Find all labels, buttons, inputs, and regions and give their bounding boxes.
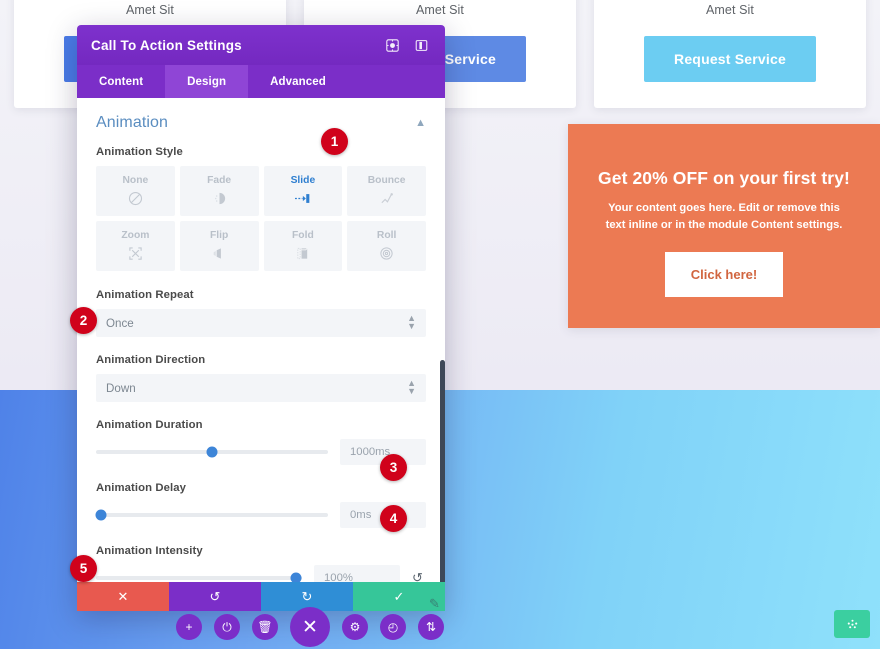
select-value: Once	[106, 316, 134, 330]
modal-title: Call To Action Settings	[91, 37, 242, 53]
modal-scrollbar[interactable]	[440, 360, 445, 582]
no-entry-icon	[128, 189, 143, 208]
tab-content[interactable]: Content	[77, 65, 165, 98]
animation-duration-row: 1000ms	[96, 439, 426, 465]
option-label: Fade	[207, 174, 232, 186]
animation-style-none[interactable]: None	[96, 166, 175, 216]
history-clock-icon[interactable]: ◴	[380, 614, 406, 640]
tab-advanced[interactable]: Advanced	[248, 65, 348, 98]
animation-style-grid: None Fade Slide Bounce Zoom Flip Fold Ro…	[96, 166, 426, 271]
animation-style-fade[interactable]: Fade	[179, 166, 259, 216]
add-icon[interactable]: +	[176, 614, 202, 640]
chevron-updown-icon: ▲ ▼	[407, 313, 416, 331]
animation-section-header[interactable]: Animation ▲	[96, 114, 426, 146]
settings-gear-icon[interactable]: ⚙	[342, 614, 368, 640]
promo-body: Your content goes here. Edit or remove t…	[605, 202, 843, 232]
fold-icon	[295, 244, 310, 263]
animation-style-zoom[interactable]: Zoom	[96, 221, 175, 271]
callout-badge-2: 2	[70, 307, 97, 334]
callout-badge-1: 1	[321, 128, 348, 155]
animation-direction-label: Animation Direction	[96, 354, 206, 366]
animation-intensity-slider[interactable]	[96, 572, 302, 582]
fade-icon	[212, 189, 227, 208]
animation-style-bounce[interactable]: Bounce	[347, 166, 426, 216]
animation-intensity-value[interactable]: 100%	[314, 565, 400, 582]
animation-style-flip[interactable]: Flip	[179, 221, 259, 271]
service-card-title: Amet Sit	[705, 3, 755, 17]
tab-design[interactable]: Design	[165, 65, 249, 98]
bounce-icon	[379, 189, 395, 208]
slider-knob[interactable]	[290, 572, 302, 582]
animation-style-slide[interactable]: Slide	[263, 166, 343, 216]
callout-badge-4: 4	[380, 505, 407, 532]
animation-repeat-select[interactable]: Once ▲ ▼	[96, 309, 426, 337]
request-service-button[interactable]: Request Service	[644, 36, 816, 82]
option-label: Slide	[290, 174, 316, 186]
grid-dots-icon[interactable]	[834, 610, 870, 638]
animation-delay-label: Animation Delay	[96, 482, 187, 494]
close-icon[interactable]: ✕	[290, 607, 330, 647]
animation-delay-slider[interactable]	[95, 509, 328, 521]
promo-banner: Get 20% OFF on your first try! Your cont…	[568, 124, 880, 328]
layout-panel-icon[interactable]	[412, 36, 431, 55]
floating-toolbar: + ⏻ 🗑 ✕ ⚙ ◴ ⇅	[176, 607, 444, 647]
slider-knob[interactable]	[206, 446, 218, 458]
animation-style-label: Animation Style	[96, 146, 183, 158]
section-title: Animation	[96, 114, 169, 131]
target-icon[interactable]	[383, 36, 402, 55]
animation-style-roll[interactable]: Roll	[347, 221, 426, 271]
slide-arrow-icon	[294, 189, 311, 208]
service-card: Amet Sit Request Service	[594, 0, 866, 108]
reset-icon[interactable]: ↺	[412, 570, 426, 582]
animation-repeat-label: Animation Repeat	[96, 289, 194, 301]
option-label: Fold	[292, 229, 314, 241]
service-card-title: Amet Sit	[415, 3, 465, 17]
zoom-expand-icon	[128, 244, 143, 263]
promo-cta-button[interactable]: Click here!	[664, 251, 784, 297]
option-label: Flip	[209, 229, 229, 241]
option-label: None	[122, 174, 149, 186]
trash-icon[interactable]: 🗑	[252, 614, 278, 640]
flip-icon	[212, 244, 227, 263]
chevron-up-icon[interactable]: ▲	[415, 117, 426, 129]
screen: Amet Sit Request Service Amet Sit Reques…	[0, 0, 880, 649]
animation-style-fold[interactable]: Fold	[263, 221, 343, 271]
modal-header: Call To Action Settings	[77, 25, 445, 65]
chevron-updown-icon: ▲ ▼	[407, 378, 416, 396]
callout-badge-3: 3	[380, 454, 407, 481]
animation-delay-row: 0ms	[95, 502, 426, 528]
option-label: Bounce	[367, 174, 406, 186]
option-label: Roll	[376, 229, 397, 241]
slider-knob[interactable]	[95, 509, 107, 521]
animation-duration-slider[interactable]	[96, 446, 328, 458]
callout-badge-5: 5	[70, 555, 97, 582]
sort-updown-icon[interactable]: ⇅	[418, 614, 444, 640]
option-label: Zoom	[121, 229, 150, 241]
roll-spiral-icon	[379, 244, 394, 263]
power-icon[interactable]: ⏻	[214, 614, 240, 640]
promo-heading: Get 20% OFF on your first try!	[598, 168, 850, 188]
animation-duration-label: Animation Duration	[96, 419, 203, 431]
service-card-title: Amet Sit	[125, 3, 175, 17]
modal-tabs: Content Design Advanced	[77, 65, 445, 98]
animation-intensity-row: 100% ↺	[96, 565, 426, 582]
select-value: Down	[106, 381, 136, 395]
animation-direction-select[interactable]: Down ▲ ▼	[96, 374, 426, 402]
animation-intensity-label: Animation Intensity	[96, 545, 203, 557]
discard-button[interactable]: ✕	[77, 582, 169, 611]
